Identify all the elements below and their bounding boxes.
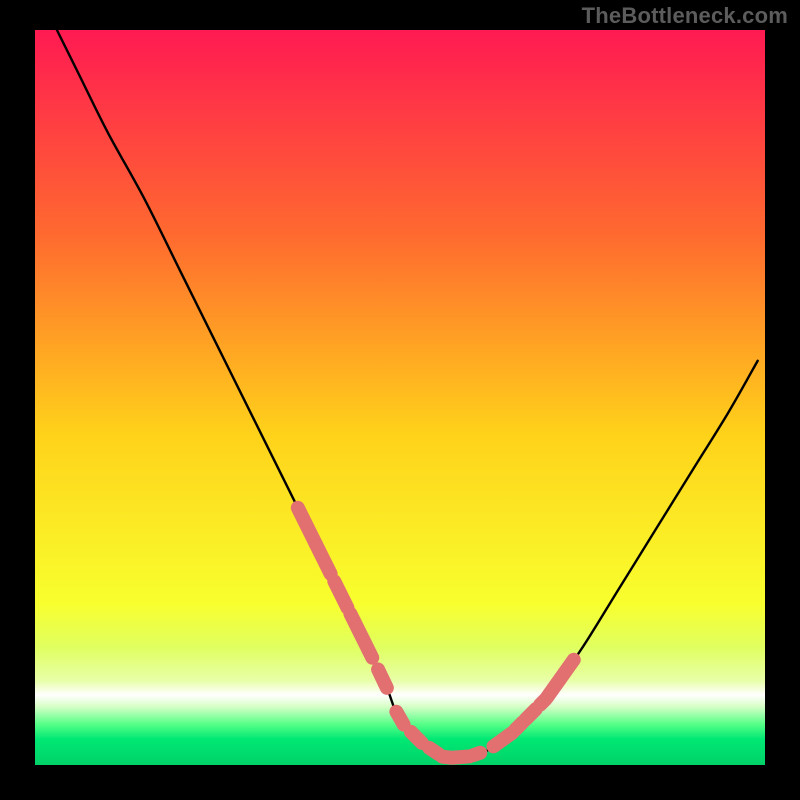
highlight-segment bbox=[411, 732, 422, 743]
chart-frame: { "watermark": "TheBottleneck.com", "col… bbox=[0, 0, 800, 800]
highlight-segment bbox=[473, 753, 480, 755]
watermark-text: TheBottleneck.com bbox=[582, 3, 788, 29]
highlight-segment bbox=[378, 669, 387, 687]
bottleneck-chart bbox=[0, 0, 800, 800]
highlight-segment bbox=[526, 709, 536, 719]
gradient-background bbox=[35, 30, 765, 765]
highlight-segment bbox=[396, 712, 403, 725]
